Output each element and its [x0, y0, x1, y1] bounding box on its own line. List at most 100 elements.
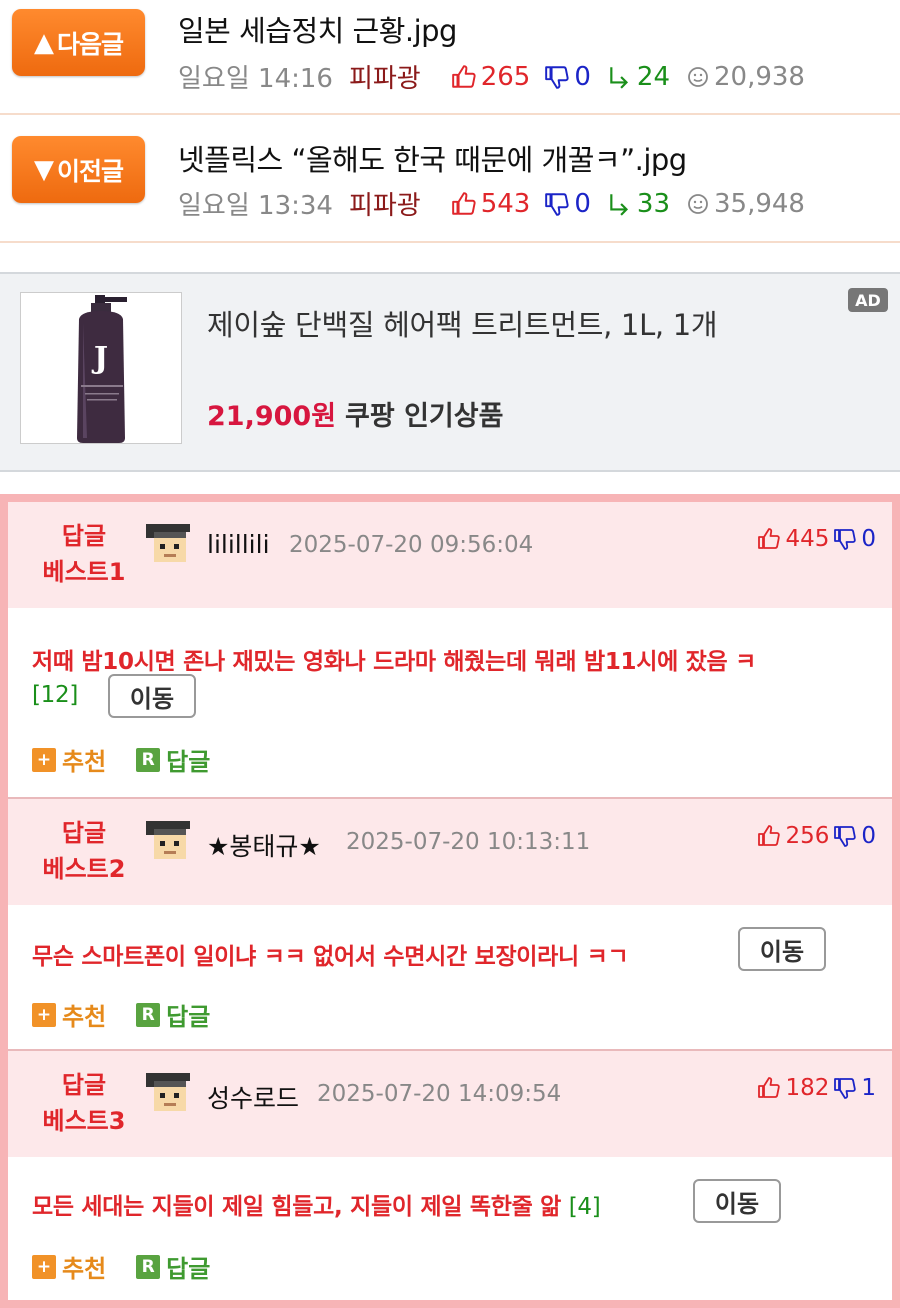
nickname[interactable]: ★봉태규★: [207, 827, 321, 863]
upvote-count: 543: [451, 189, 530, 219]
best-comment-header: 답글 베스트1 lilillili 2025-07-20 09:56:04 44…: [8, 502, 892, 608]
product-letter: J: [91, 341, 108, 376]
share-arrow-icon: [610, 193, 628, 216]
comment-date: 2025-07-20 09:56:04: [289, 532, 534, 558]
upvote-value: 256: [785, 823, 830, 849]
upvote-count[interactable]: 256: [757, 823, 829, 849]
reply-button[interactable]: R 답글: [136, 997, 210, 1032]
comment-text-row: 모든 세대는 지들이 제일 힘들고, 지들이 제일 똑한줄 앎 [4]: [32, 1187, 601, 1221]
best-comment-header: 답글 베스트2 ★봉태규★ 2025-07-20 10:13:11 256 0: [8, 799, 892, 905]
best-label: 답글 베스트1: [24, 518, 144, 590]
thumb-down-icon: [834, 1078, 857, 1099]
nickname[interactable]: lilillili: [207, 530, 270, 559]
nickname[interactable]: 성수로드: [207, 1079, 299, 1115]
product-image[interactable]: J: [20, 292, 182, 444]
best-comment-header: 답글 베스트3 성수로드 2025-07-20 14:09:54 182 1: [8, 1051, 892, 1157]
prev-post-button-label: 이전글: [56, 156, 124, 186]
post-author[interactable]: 피파광: [349, 185, 421, 222]
reply-r-icon: R: [136, 747, 161, 772]
thumb-down-icon: [545, 65, 569, 89]
upvote-count: 265: [451, 61, 531, 92]
avatar-icon: [144, 817, 192, 865]
upvote-count[interactable]: 182: [757, 1075, 829, 1101]
shampoo-bottle-icon: J: [21, 293, 181, 443]
comment-actions: + 추천 R 답글: [32, 997, 240, 1032]
comment-text: 모든 세대는 지들이 제일 힘들고, 지들이 제일 똑한줄 앎: [32, 1194, 562, 1220]
thumb-down-icon: [834, 529, 857, 550]
best-label-line2: 베스트3: [42, 1107, 126, 1135]
move-button[interactable]: 이동: [738, 927, 826, 971]
post-author[interactable]: 피파광: [349, 58, 421, 95]
recommend-button[interactable]: + 추천: [32, 997, 106, 1032]
comment-actions: + 추천 R 답글: [32, 1249, 240, 1284]
next-post-title[interactable]: 일본 세습정치 근황.jpg: [178, 8, 457, 50]
smile-view-icon: [688, 193, 708, 214]
prev-post-meta: 일요일 13:34 피파광 543 0 33 35,948: [178, 185, 805, 222]
vote-counts: 256 0: [757, 823, 876, 849]
recommend-label: 추천: [62, 1003, 107, 1031]
plus-square-icon: +: [32, 1002, 56, 1027]
move-button[interactable]: 이동: [108, 674, 196, 718]
best-label-line2: 베스트1: [42, 558, 126, 586]
avatar-icon: [144, 520, 192, 568]
downvote-value: 0: [574, 61, 591, 92]
downvote-value: 1: [861, 1075, 876, 1101]
ad-badge: AD: [848, 288, 888, 312]
thumb-up-icon: [758, 825, 781, 846]
comment-date: 2025-07-20 10:13:11: [346, 829, 591, 855]
downvote-count[interactable]: 0: [833, 526, 876, 552]
next-post-meta: 일요일 14:16 피파광 265 0 24 20,938: [178, 58, 805, 95]
comment-date: 2025-07-20 14:09:54: [317, 1081, 562, 1107]
recommend-button[interactable]: + 추천: [32, 742, 106, 777]
smile-view-icon: [688, 66, 708, 87]
reply-r-icon: R: [136, 1254, 161, 1279]
next-post-button[interactable]: ▲ 다음글: [12, 9, 145, 76]
avatar-icon: [144, 1069, 192, 1117]
triangle-up-icon: ▲: [33, 27, 54, 58]
view-value: 35,948: [714, 188, 805, 219]
move-button[interactable]: 이동: [693, 1179, 781, 1223]
prev-post-title[interactable]: 넷플릭스 “올해도 한국 때문에 개꿀ㅋ”.jpg: [178, 137, 687, 179]
view-value: 20,938: [714, 61, 805, 92]
downvote-value: 0: [861, 526, 876, 552]
upvote-value: 265: [480, 61, 531, 92]
share-value: 33: [636, 188, 670, 219]
reply-button[interactable]: R 답글: [136, 1249, 210, 1284]
view-count: 35,948: [686, 189, 805, 219]
ad-banner[interactable]: J 제이숲 단백질 헤어팩 트리트먼트, 1L, 1개 21,900원 쿠팡 인…: [0, 272, 900, 472]
best-comment-2: 답글 베스트2 ★봉태규★ 2025-07-20 10:13:11 256 0 …: [8, 799, 892, 1051]
ad-price: 21,900원: [207, 401, 337, 432]
reply-r-icon: R: [136, 1002, 161, 1027]
best-comment-1: 답글 베스트1 lilillili 2025-07-20 09:56:04 44…: [8, 502, 892, 799]
ad-title[interactable]: 제이숲 단백질 헤어팩 트리트먼트, 1L, 1개: [207, 302, 718, 344]
downvote-count[interactable]: 1: [833, 1075, 876, 1101]
prev-post-button[interactable]: ▼ 이전글: [12, 136, 145, 203]
best-label: 답글 베스트2: [24, 815, 144, 887]
best-label: 답글 베스트3: [24, 1067, 144, 1139]
reply-count-value: [4]: [568, 1194, 601, 1220]
reply-label: 답글: [166, 1003, 211, 1031]
post-time: 일요일 13:34: [178, 191, 333, 221]
comment-actions: + 추천 R 답글: [32, 742, 240, 777]
upvote-count[interactable]: 445: [757, 526, 829, 552]
next-post-row[interactable]: ▲ 다음글 일본 세습정치 근황.jpg 일요일 14:16 피파광 265 0…: [0, 0, 900, 115]
reply-label: 답글: [166, 1255, 211, 1283]
reply-button[interactable]: R 답글: [136, 742, 210, 777]
prev-post-row[interactable]: ▼ 이전글 넷플릭스 “올해도 한국 때문에 개꿀ㅋ”.jpg 일요일 13:3…: [0, 115, 900, 243]
thumb-up-icon: [451, 64, 476, 88]
best-label-line2: 베스트2: [42, 855, 126, 883]
share-count: 24: [607, 62, 670, 92]
recommend-button[interactable]: + 추천: [32, 1249, 106, 1284]
share-value: 24: [636, 61, 670, 92]
ad-tag: 쿠팡 인기상품: [345, 401, 504, 432]
comment-text: 저때 밤10시면 존나 재밌는 영화나 드라마 해줬는데 뭐래 밤11시에 잤음…: [32, 649, 756, 675]
downvote-value: 0: [574, 188, 591, 219]
vote-counts: 182 1: [757, 1075, 876, 1101]
downvote-count[interactable]: 0: [833, 823, 876, 849]
triangle-down-icon: ▼: [33, 154, 54, 185]
downvote-count: 0: [544, 62, 591, 92]
thumb-up-icon: [758, 528, 781, 549]
best-label-line1: 답글: [61, 522, 107, 550]
best-label-line1: 답글: [61, 1071, 107, 1099]
comment-text: 무슨 스마트폰이 일이냐 ㅋㅋ 없어서 수면시간 보장이라니 ㅋㄱ: [32, 944, 629, 970]
